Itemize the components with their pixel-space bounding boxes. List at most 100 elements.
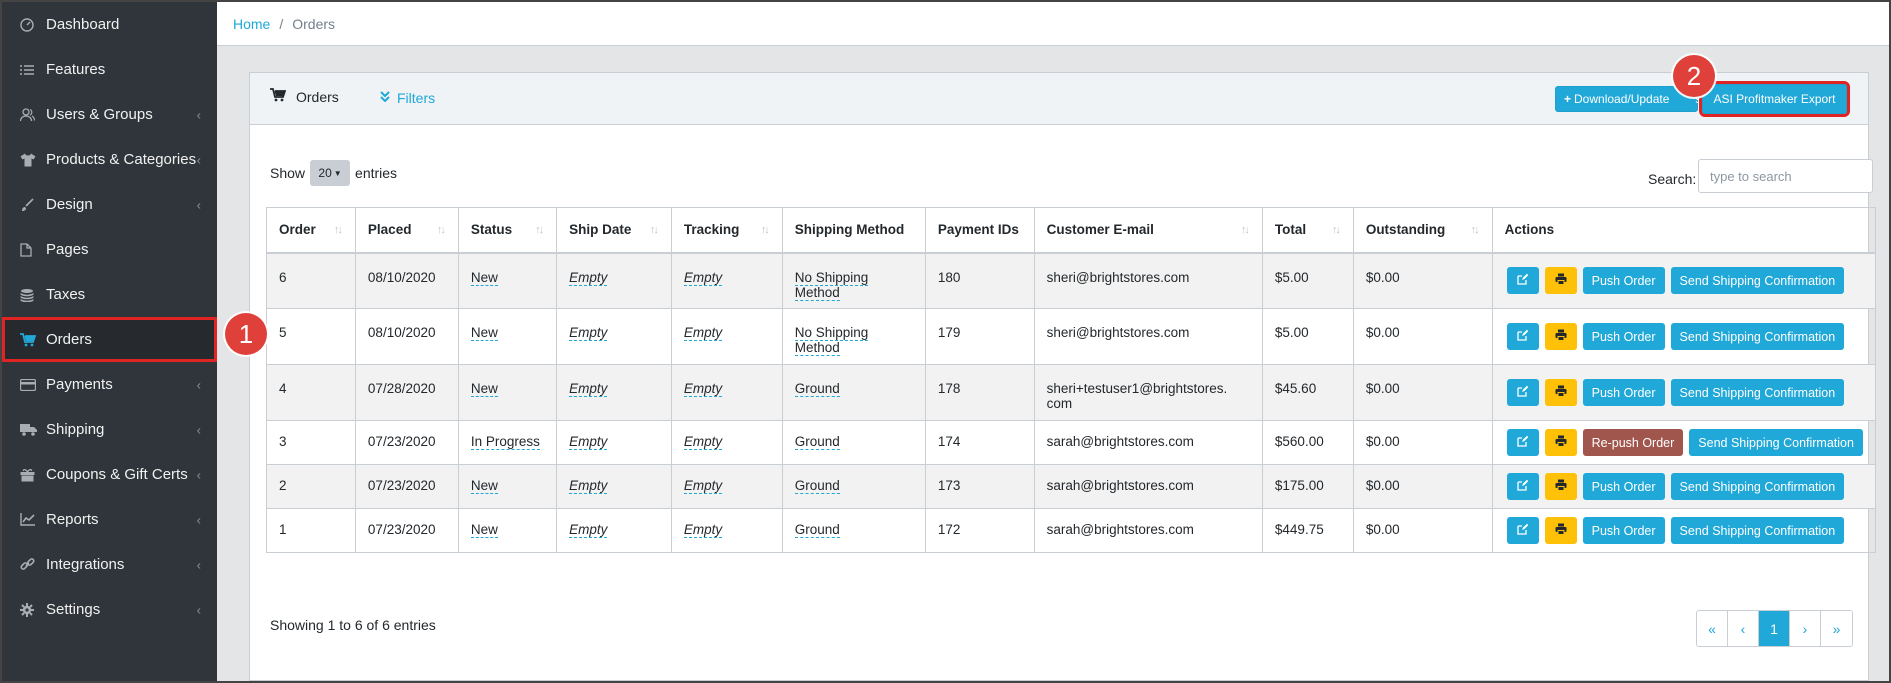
column-header[interactable]: Ship Date ↑↓ [556,207,672,254]
tracking-editable[interactable]: Empty [683,381,723,397]
sidebar-item-dashboard[interactable]: Dashboard [2,2,217,47]
ship-date-editable[interactable]: Empty [569,478,608,494]
tracking-editable[interactable]: Empty [683,478,723,494]
status-editable[interactable]: New [470,522,498,538]
column-header: Actions [1491,207,1877,254]
cell-ship-date: Empty [556,420,672,465]
sidebar-item-reports[interactable]: Reports ‹ [2,497,217,542]
cell-payment-ids: 172 [924,508,1035,553]
ship-date-editable[interactable]: Empty [569,381,608,397]
edit-order-button[interactable] [1506,517,1539,544]
pagination-next[interactable]: › [1790,611,1821,646]
push-order-button[interactable]: Push Order [1582,379,1665,406]
column-header[interactable]: Customer E-mail ↑↓ [1033,207,1263,254]
ship-date-editable[interactable]: Empty [569,269,608,286]
sidebar-item-shipping[interactable]: Shipping ‹ [2,407,217,452]
sidebar-item-payments[interactable]: Payments ‹ [2,362,217,407]
download-update-button[interactable]: + Download/Update s [1555,86,1701,112]
cell-total: $175.00 [1261,464,1354,509]
shipping-method-editable[interactable]: Ground [794,381,840,397]
send-shipping-confirmation-button[interactable]: Send Shipping Confirmation [1670,473,1845,500]
send-shipping-confirmation-button[interactable]: Send Shipping Confirmation [1670,517,1845,544]
sidebar-item-orders[interactable]: Orders [2,317,217,362]
print-order-button[interactable] [1544,429,1577,456]
breadcrumb-home-link[interactable]: Home [233,16,270,32]
edit-order-button[interactable] [1506,267,1539,295]
order-total: $5.00 [1274,269,1309,285]
status-editable[interactable]: In Progress [470,434,540,450]
tracking-editable[interactable]: Empty [683,434,723,450]
status-editable[interactable]: New [470,478,498,494]
customer-email: sheri+testuser1@brightstores. [1046,381,1228,396]
table-row: 3 07/23/2020 In Progress Empty Empty Ground 17… [266,420,1877,465]
pagination-last[interactable]: » [1821,611,1852,646]
table-row: 5 08/10/2020 New Empty Empty No Shipping Metho… [266,308,1877,365]
shipping-method-editable[interactable]: No Shipping [794,269,869,286]
send-shipping-confirmation-button[interactable]: Send Shipping Confirmation [1670,323,1845,350]
sidebar-item-taxes[interactable]: Taxes [2,272,217,317]
column-header[interactable]: Outstanding ↑↓ [1352,207,1493,254]
column-header[interactable]: Status ↑↓ [457,207,558,254]
edit-order-button[interactable] [1506,473,1539,500]
sidebar-item-products-categories[interactable]: Products & Categories ‹ [2,137,217,182]
push-order-button[interactable]: Push Order [1582,267,1665,295]
order-number: 5 [279,325,287,340]
card-title-label: Orders [296,88,339,105]
shipping-method-editable[interactable]: Ground [794,478,840,494]
column-header[interactable]: Total ↑↓ [1261,207,1354,254]
column-header[interactable]: Order ↑↓ [266,207,356,254]
shipping-method-editable[interactable]: No Shipping [794,325,869,341]
print-icon [1555,385,1567,400]
page-size-select[interactable]: 20 ▼ [310,160,351,186]
pagination-prev[interactable]: ‹ [1728,611,1759,646]
column-header[interactable]: Placed ↑↓ [354,207,459,254]
print-order-button[interactable] [1544,473,1577,500]
tracking-editable[interactable]: Empty [683,325,723,341]
send-shipping-confirmation-button[interactable]: Send Shipping Confirmation [1670,267,1845,295]
shipping-method-editable[interactable]: Ground [794,434,840,450]
sidebar-item-features[interactable]: Features [2,47,217,92]
search-input[interactable] [1698,159,1873,193]
push-order-button[interactable]: Push Order [1582,323,1665,350]
sidebar-item-users-groups[interactable]: Users & Groups ‹ [2,92,217,137]
chart-icon [20,513,42,526]
print-order-button[interactable] [1544,323,1577,350]
sidebar-item-coupons-gift-certs[interactable]: Coupons & Gift Certs ‹ [2,452,217,497]
status-editable[interactable]: New [470,381,498,397]
push-order-button[interactable]: Push Order [1582,473,1665,500]
tracking-editable[interactable]: Empty [683,522,723,538]
print-order-button[interactable] [1544,517,1577,544]
sidebar-item-label: Reports [46,511,99,528]
print-order-button[interactable] [1544,267,1577,295]
ship-date-editable[interactable]: Empty [569,325,608,341]
pagination-page-1[interactable]: 1 [1759,611,1790,646]
edit-order-button[interactable] [1506,429,1539,456]
sidebar-item-integrations[interactable]: Integrations ‹ [2,542,217,587]
shipping-method-editable-cont[interactable]: Method [794,284,840,301]
print-order-button[interactable] [1544,379,1577,406]
send-shipping-confirmation-button[interactable]: Send Shipping Confirmation [1689,429,1863,456]
shipping-method-editable[interactable]: Ground [794,522,840,538]
filters-toggle[interactable]: Filters [380,90,435,106]
cell-placed: 08/10/2020 [354,308,459,365]
send-shipping-confirmation-button[interactable]: Send Shipping Confirmation [1670,379,1845,406]
sidebar-item-settings[interactable]: Settings ‹ [2,587,217,632]
cell-ship-date: Empty [556,252,672,309]
re-push-order-button[interactable]: Re-push Order [1582,429,1684,456]
push-order-button[interactable]: Push Order [1582,517,1665,544]
edit-order-button[interactable] [1506,379,1539,406]
ship-date-editable[interactable]: Empty [569,522,608,538]
cell-tracking: Empty [670,464,783,509]
sidebar-item-pages[interactable]: Pages [2,227,217,272]
order-number: 4 [279,381,287,396]
column-header[interactable]: Tracking ↑↓ [670,207,783,254]
tracking-editable[interactable]: Empty [683,269,723,286]
pagination-first[interactable]: « [1697,611,1728,646]
edit-order-button[interactable] [1506,323,1539,350]
status-editable[interactable]: New [470,269,498,286]
status-editable[interactable]: New [470,325,498,341]
sidebar-item-design[interactable]: Design ‹ [2,182,217,227]
asi-profitmaker-export-button[interactable]: ASI Profitmaker Export [1699,81,1850,117]
shipping-method-editable-cont[interactable]: Method [794,340,840,356]
ship-date-editable[interactable]: Empty [569,434,608,450]
